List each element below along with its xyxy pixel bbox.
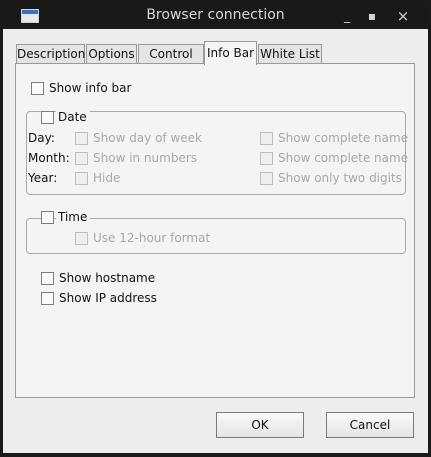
show-ip-checkbox[interactable] [41, 292, 54, 305]
show-info-bar-checkbox[interactable] [31, 82, 44, 95]
hide-year-label: Hide [93, 171, 121, 185]
info-bar-panel: Show info bar Date Day: Show day of week… [15, 63, 415, 398]
minimize-icon[interactable]: _ [338, 7, 356, 25]
show-hostname-label: Show hostname [59, 271, 156, 285]
show-in-numbers-checkbox[interactable] [75, 152, 88, 165]
tab-info-bar[interactable]: Info Bar [204, 41, 257, 65]
month-complete-name-label: Show complete name [278, 151, 409, 165]
dialog-window: Browser connection _ ▪ × Description Opt… [0, 0, 431, 457]
show-in-numbers-label: Show in numbers [93, 151, 198, 165]
day-row-label: Day: [28, 131, 55, 145]
show-ip-label: Show IP address [59, 291, 157, 305]
show-day-of-week-checkbox[interactable] [75, 132, 88, 145]
tab-options[interactable]: Options [86, 44, 137, 64]
tab-description[interactable]: Description [16, 44, 85, 64]
dialog-client: Description Options Control Bar Info Bar… [3, 29, 428, 453]
month-complete-name-checkbox[interactable] [260, 152, 273, 165]
two-digits-label: Show only two digits [278, 171, 402, 185]
show-day-of-week-label: Show day of week [93, 131, 202, 145]
twelve-hour-label: Use 12-hour format [93, 231, 211, 245]
cancel-button[interactable]: Cancel [326, 412, 414, 438]
month-row-label: Month: [28, 151, 70, 165]
date-group-label: Date [56, 110, 90, 124]
twelve-hour-checkbox[interactable] [75, 232, 88, 245]
date-checkbox[interactable] [41, 111, 54, 124]
two-digits-checkbox[interactable] [260, 172, 273, 185]
day-complete-name-label: Show complete name [278, 131, 409, 145]
day-complete-name-checkbox[interactable] [260, 132, 273, 145]
maximize-icon[interactable]: ▪ [363, 7, 381, 25]
show-info-bar-label: Show info bar [49, 81, 132, 95]
tab-control-bar[interactable]: Control Bar [138, 44, 204, 80]
show-hostname-checkbox[interactable] [41, 272, 54, 285]
close-icon[interactable]: × [394, 7, 412, 25]
time-checkbox[interactable] [41, 211, 54, 224]
time-group-label: Time [56, 210, 91, 224]
ok-button[interactable]: OK [216, 412, 304, 438]
hide-year-checkbox[interactable] [75, 172, 88, 185]
year-row-label: Year: [28, 171, 58, 185]
tab-white-list[interactable]: White List [258, 44, 322, 64]
title-bar[interactable]: Browser connection _ ▪ × [2, 2, 429, 28]
